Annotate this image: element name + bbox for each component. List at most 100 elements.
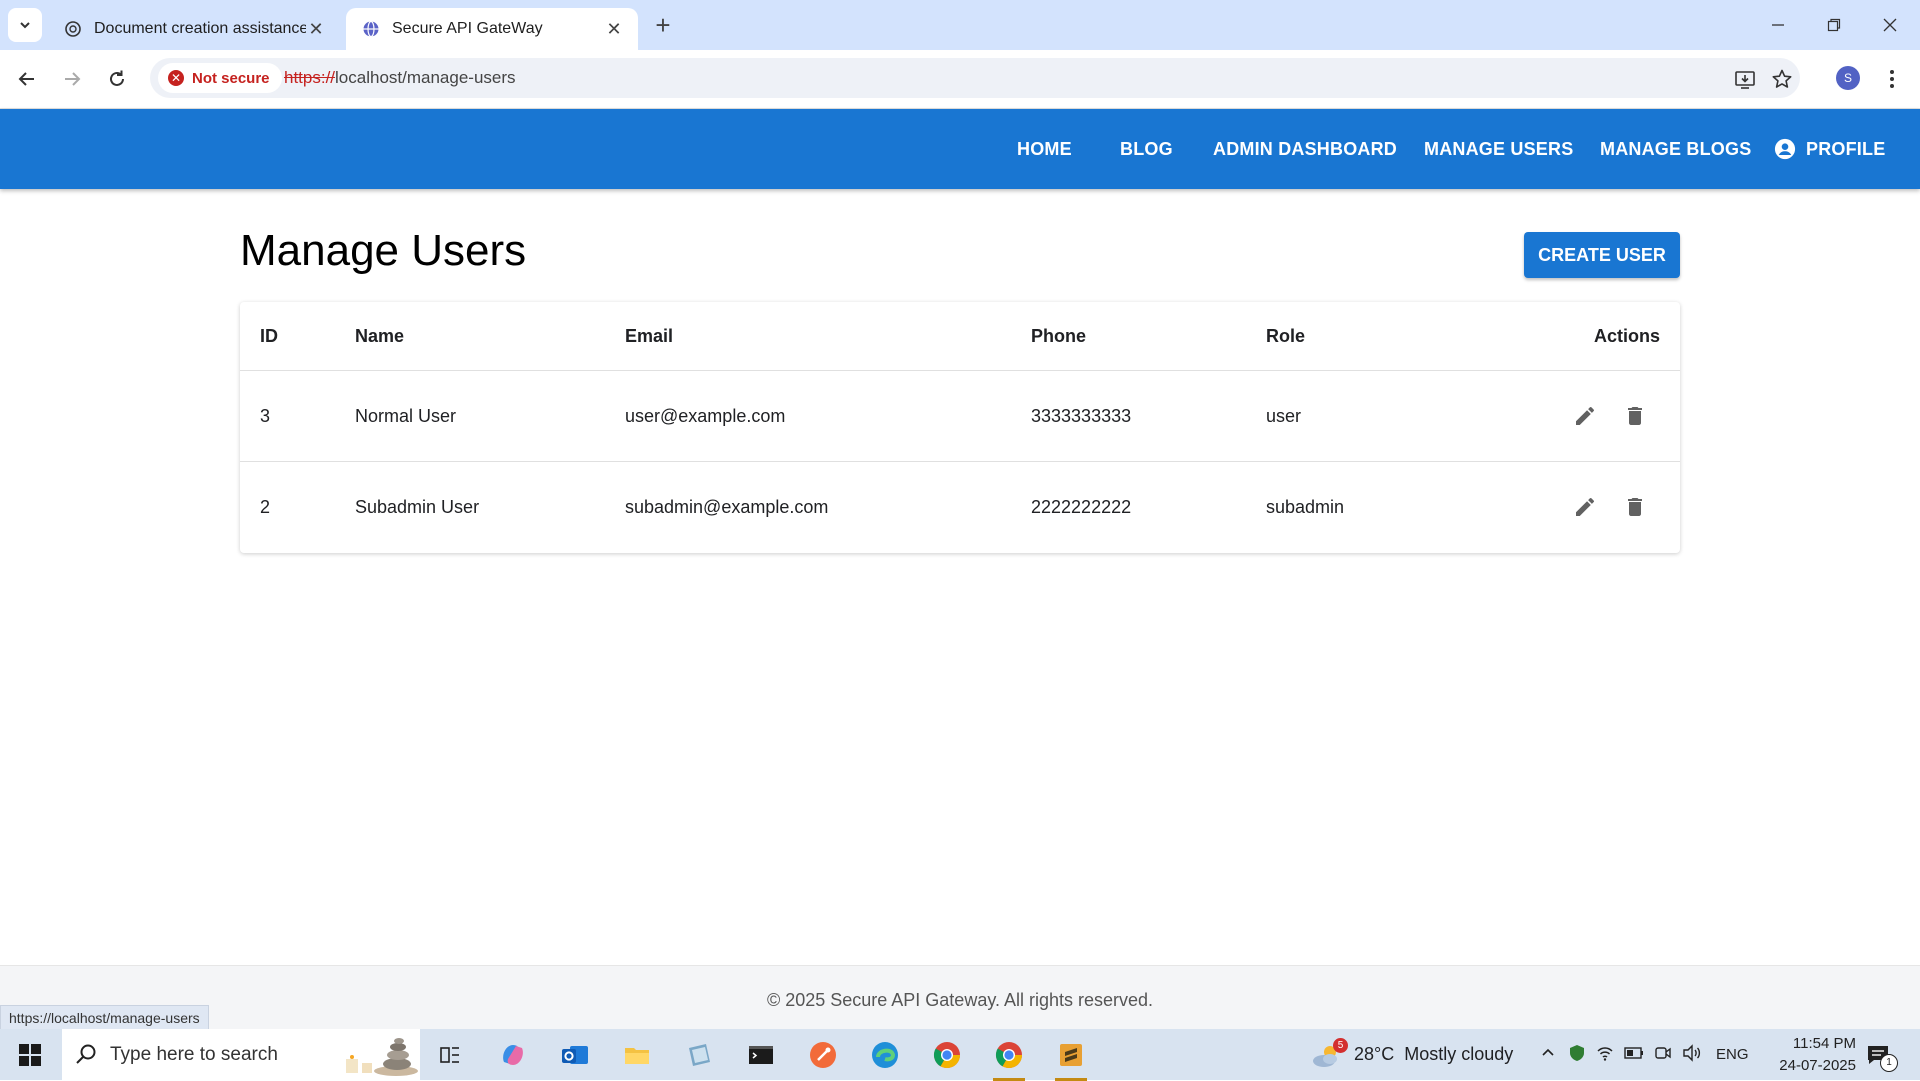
battery-icon[interactable]	[1624, 1046, 1644, 1064]
tab-title: Secure API GateWay	[392, 20, 543, 37]
more-vertical-icon	[1890, 70, 1894, 88]
notepad-app[interactable]	[681, 1037, 717, 1073]
browser-tab-strip: Document creation assistance ✕ Secure AP…	[0, 0, 1920, 50]
chrome-icon	[933, 1042, 961, 1069]
minimize-icon	[1772, 24, 1784, 26]
weather-badge: 5	[1333, 1037, 1348, 1053]
tab-title: Document creation assistance	[94, 20, 306, 37]
url-scheme: https://	[284, 68, 336, 87]
header-email: Email	[625, 325, 674, 346]
nav-home[interactable]: HOME	[1017, 109, 1072, 189]
browser-menu-button[interactable]	[1880, 64, 1904, 94]
cell-id: 2	[260, 496, 271, 517]
reload-button[interactable]	[102, 64, 132, 94]
new-tab-button[interactable]: +	[650, 10, 676, 40]
search-placeholder: Type here to search	[110, 1043, 278, 1065]
bookmark-button[interactable]	[1769, 66, 1795, 92]
edge-icon	[872, 1042, 898, 1068]
notification-center-button[interactable]: 1	[1866, 1029, 1898, 1080]
copilot-icon	[503, 1045, 523, 1065]
outlook-app[interactable]	[557, 1037, 593, 1073]
header-actions: Actions	[1593, 325, 1660, 346]
weather-temperature: 28°C	[1354, 1044, 1395, 1064]
shield-icon[interactable]	[1568, 1044, 1586, 1066]
cell-name: Subadmin User	[355, 496, 480, 517]
close-tab-icon[interactable]: ✕	[306, 19, 326, 39]
system-clock[interactable]: 11:54 PM 24-07-2025	[1760, 1033, 1856, 1077]
reload-icon	[110, 70, 124, 86]
delete-user-button[interactable]	[1620, 371, 1650, 461]
volume-icon[interactable]	[1682, 1043, 1702, 1066]
users-table: ID Name Email Phone Role Actions 3 Norma…	[240, 302, 1680, 553]
cloudy-weather-icon: 5	[1310, 1037, 1348, 1070]
arrow-right-icon	[65, 72, 81, 86]
weather-widget[interactable]: 5 28°C Mostly cloudy	[1310, 1029, 1513, 1080]
chevron-up-icon[interactable]	[1540, 1045, 1556, 1065]
back-button[interactable]	[12, 64, 42, 94]
delete-user-button[interactable]	[1620, 462, 1650, 552]
nav-blog[interactable]: BLOG	[1120, 109, 1173, 189]
url-text[interactable]: https://localhost/manage-users	[284, 68, 516, 88]
edge-app[interactable]	[867, 1037, 903, 1073]
nav-manage-users[interactable]: MANAGE USERS	[1424, 109, 1573, 189]
forward-button[interactable]	[57, 64, 87, 94]
tab-document-creation[interactable]: Document creation assistance ✕	[48, 8, 340, 50]
notepad-icon	[689, 1044, 710, 1066]
chrome-app-active[interactable]	[991, 1037, 1027, 1081]
cell-role: subadmin	[1266, 496, 1345, 517]
profile-avatar[interactable]: S	[1836, 66, 1860, 90]
header-id: ID	[260, 325, 278, 346]
tab-search-button[interactable]	[8, 8, 42, 42]
tab-secure-api-gateway[interactable]: Secure API GateWay ✕	[346, 8, 638, 50]
nav-profile[interactable]: PROFILE	[1774, 109, 1885, 189]
terminal-app[interactable]	[743, 1037, 779, 1073]
nav-admin-dashboard[interactable]: ADMIN DASHBOARD	[1213, 109, 1397, 189]
header-name: Name	[355, 325, 405, 346]
edit-user-button[interactable]	[1570, 462, 1600, 552]
sublime-text-app[interactable]	[1053, 1037, 1089, 1081]
postman-app[interactable]	[805, 1037, 841, 1073]
trash-icon	[1620, 401, 1650, 431]
install-app-button[interactable]	[1732, 66, 1758, 92]
language-indicator[interactable]: ENG	[1716, 1046, 1749, 1063]
chrome-app[interactable]	[929, 1037, 965, 1073]
nav-manage-blogs[interactable]: MANAGE BLOGS	[1600, 109, 1751, 189]
meet-now-icon[interactable]	[1654, 1044, 1672, 1066]
cell-id: 3	[260, 405, 271, 426]
link-status-bubble: https://localhost/manage-users	[0, 1005, 209, 1031]
page-title: Manage Users	[240, 226, 527, 275]
clock-date: 24-07-2025	[1779, 1057, 1856, 1074]
taskbar-search-box[interactable]: Type here to search	[62, 1029, 420, 1080]
restore-button[interactable]	[1814, 10, 1854, 40]
search-highlight-image	[346, 1038, 418, 1076]
wifi-icon[interactable]	[1596, 1044, 1614, 1066]
cell-phone: 3333333333	[1031, 405, 1132, 426]
create-user-button[interactable]: CREATE USER	[1524, 232, 1680, 278]
cell-name: Normal User	[355, 405, 457, 426]
copilot-app[interactable]	[495, 1037, 531, 1073]
browser-toolbar: ✕ Not secure https://localhost/manage-us…	[0, 50, 1920, 109]
close-window-button[interactable]	[1870, 10, 1910, 40]
close-tab-icon[interactable]: ✕	[604, 19, 624, 39]
security-indicator[interactable]: ✕ Not secure	[158, 63, 282, 93]
address-bar[interactable]: ✕ Not secure https://localhost/manage-us…	[150, 58, 1800, 98]
pencil-icon	[1570, 492, 1600, 522]
windows-taskbar: Type here to search 5 28°C Mostly cloudy…	[0, 1029, 1920, 1081]
search-icon	[76, 1044, 96, 1064]
edit-user-button[interactable]	[1570, 371, 1600, 461]
folder-icon	[625, 1048, 649, 1064]
cell-email: subadmin@example.com	[625, 496, 829, 517]
minimize-button[interactable]	[1758, 10, 1798, 40]
task-view-button[interactable]	[432, 1037, 468, 1073]
header-phone: Phone	[1031, 325, 1087, 346]
pencil-icon	[1570, 401, 1600, 431]
clock-time: 11:54 PM	[1792, 1035, 1856, 1052]
system-tray: ENG	[1540, 1029, 1749, 1080]
start-button[interactable]	[14, 1039, 46, 1071]
footer-copyright: © 2025 Secure API Gateway. All rights re…	[766, 990, 1154, 1010]
chevron-down-icon	[20, 22, 30, 29]
file-explorer-app[interactable]	[619, 1037, 655, 1073]
windows-logo-icon	[19, 1044, 41, 1066]
postman-icon	[810, 1042, 836, 1068]
chrome-icon	[995, 1042, 1023, 1069]
